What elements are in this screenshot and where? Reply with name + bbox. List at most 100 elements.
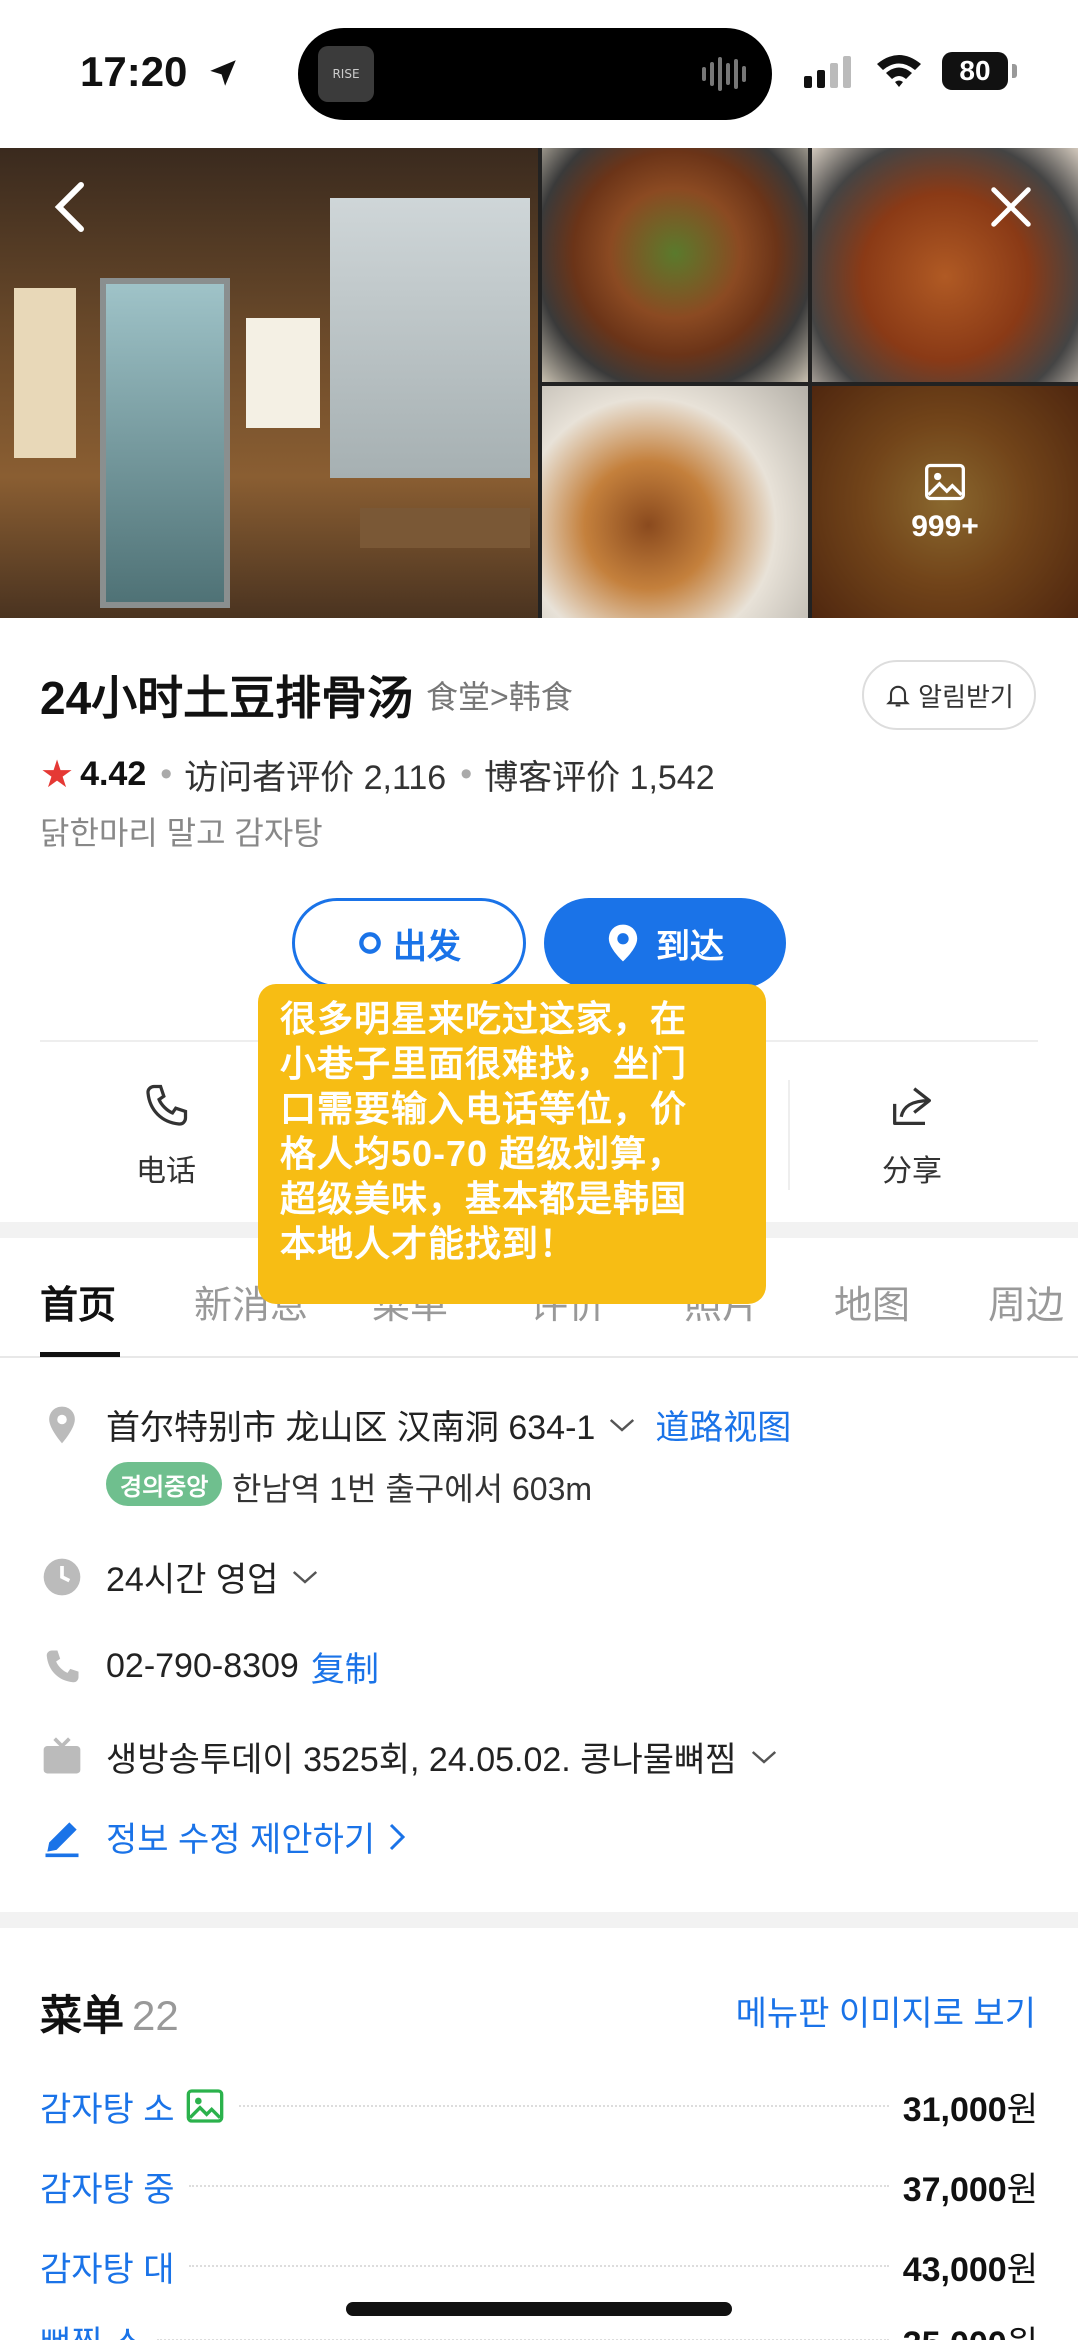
address-row: 首尔特别市 龙山区 汉南洞 634-1 道路视图 [40, 1400, 791, 1449]
tv-icon [43, 1736, 81, 1773]
alert-button[interactable]: 알림받기 [862, 660, 1036, 730]
copy-link[interactable]: 复制 [311, 1642, 379, 1691]
annotation-line: 小巷子里面很难找，坐门 [280, 1043, 688, 1084]
photo-food-3[interactable] [542, 386, 808, 618]
back-button[interactable] [36, 172, 106, 242]
annotation-line: 格人均50-70 超级划算， [280, 1133, 685, 1174]
dynamic-island[interactable]: RISE [298, 28, 772, 120]
tab-active-indicator [40, 1352, 120, 1357]
rating-row: ★ 4.42 • 访问者评价 2,116 • 博客评价 1,542 [40, 750, 729, 799]
share-action[interactable]: 分享 [832, 1080, 992, 1190]
annotation-line: 超级美味，基本都是韩国 [280, 1178, 688, 1219]
separator-dot: • [460, 755, 473, 793]
menu-item-label: 감자탕 소 [40, 2090, 175, 2129]
price-unit: 원 [1007, 2325, 1038, 2340]
storefront-window [330, 198, 530, 478]
menu-item[interactable]: 감자탕 대 43,000원 [40, 2236, 1038, 2296]
annotation-line: 很多明星来吃过这家，在 [280, 998, 688, 1039]
storefront-door [100, 278, 230, 608]
menu-image-view-link[interactable]: 메뉴판 이미지로 보기 [736, 1986, 1036, 2035]
storefront-sign [14, 288, 76, 458]
price-value: 43,000 [902, 2250, 1007, 2289]
battery-cap [1012, 64, 1017, 78]
annotation-note: 很多明星来吃过这家，在 小巷子里面很难找，坐门 口需要输入电话等位，价 格人均5… [258, 984, 766, 1304]
wifi-icon [877, 55, 921, 87]
price-value: 35,000 [903, 2325, 1007, 2340]
depart-label: 出发 [393, 927, 461, 966]
menu-count: 22 [132, 1992, 179, 2039]
depart-button[interactable]: 出发 [292, 898, 526, 988]
close-button[interactable] [976, 172, 1046, 242]
menu-leader-dots [238, 2105, 889, 2107]
menu-header: 菜单 22 [40, 1982, 179, 2043]
photo-more[interactable]: 999+ [812, 386, 1078, 618]
chevron-down-icon[interactable] [607, 1415, 637, 1435]
chevron-down-icon [751, 1750, 776, 1764]
suggest-edit-row[interactable]: 정보 수정 제안하기 [40, 1812, 407, 1861]
menu-item-name: 감자탕 대 [40, 2250, 175, 2289]
menu-item-name: 감자탕 중 [40, 2170, 175, 2209]
price-unit: 원 [1006, 2090, 1038, 2129]
call-label: 电话 [136, 1155, 196, 1188]
close-icon [991, 187, 1031, 227]
menu-leader-dots [188, 2265, 889, 2267]
phone-icon [146, 1084, 188, 1126]
menu-leader-dots [188, 2185, 889, 2187]
hours-row[interactable]: 24시간 영업 [40, 1552, 320, 1601]
more-photos-count: 999+ [911, 510, 979, 543]
home-indicator[interactable] [346, 2302, 732, 2316]
photo-gallery[interactable]: 999+ [0, 148, 1078, 618]
storefront-bench [360, 508, 530, 548]
visitor-reviews-link[interactable]: 访问者评价 2,116 [184, 750, 446, 799]
price-unit: 원 [1006, 2250, 1038, 2289]
annotation-line: 本地人才能找到！ [280, 1223, 577, 1264]
more-photos-overlay: 999+ [812, 386, 1078, 618]
call-action[interactable]: 电话 [86, 1080, 246, 1190]
action-separator [788, 1080, 790, 1190]
tv-row[interactable]: 생방송투데이 3525회, 24.05.02. 콩나물뼈찜 [40, 1732, 779, 1781]
location-arrow-icon [210, 60, 236, 86]
menu-item-name: 감자탕 소 [40, 2082, 225, 2131]
share-label: 分享 [882, 1155, 942, 1188]
place-description: 닭한마리 말고 감자탕 [40, 815, 323, 851]
subway-info: 한남역 1번 출구에서 603m [232, 1471, 593, 1507]
origin-dot-icon [359, 932, 381, 954]
address-text: 首尔特别市 龙山区 汉南洞 634-1 [106, 1409, 596, 1447]
subway-line-badge: 경의중앙 [106, 1462, 223, 1506]
island-thumbnail: RISE [318, 46, 374, 102]
chevron-down-icon [293, 1570, 318, 1584]
rating-value: 4.42 [80, 755, 147, 793]
phone-row: 02-790-8309 复制 [40, 1642, 379, 1691]
menu-item-name: 뼈찜 소 [40, 2316, 143, 2340]
chevron-left-icon [54, 182, 84, 232]
tab-nearby[interactable]: 周边 [988, 1274, 1064, 1329]
audio-wave-icon [702, 56, 746, 92]
arrive-label: 到达 [656, 927, 724, 966]
blog-reviews-link[interactable]: 博客评价 1,542 [484, 750, 715, 799]
price-value: 31,000 [902, 2090, 1007, 2129]
place-title: 24小时土豆排骨汤 [40, 672, 414, 724]
suggest-edit-link: 정보 수정 제안하기 [106, 1821, 376, 1859]
alert-label: 알림받기 [918, 681, 1014, 712]
menu-title: 菜单 [40, 1992, 125, 2039]
tab-home[interactable]: 首页 [40, 1274, 116, 1329]
menu-item[interactable]: 감자탕 소 31,000원 [40, 2076, 1038, 2136]
clock-icon [43, 1558, 81, 1595]
star-icon: ★ [40, 754, 75, 796]
road-view-link[interactable]: 道路视图 [655, 1400, 791, 1449]
menu-item[interactable]: 감자탕 중 37,000원 [40, 2156, 1038, 2216]
share-icon [893, 1087, 931, 1125]
menu-item-price: 35,000원 [903, 2316, 1038, 2340]
tab-map[interactable]: 地图 [834, 1274, 910, 1329]
photo-food-1[interactable] [542, 148, 808, 382]
menu-item-price: 37,000원 [903, 2162, 1038, 2211]
price-value: 37,000 [902, 2170, 1007, 2209]
phone-icon [46, 1650, 79, 1682]
location-pin-icon [49, 1406, 75, 1443]
image-icon [925, 463, 965, 501]
phone-text[interactable]: 02-790-8309 [106, 1647, 299, 1686]
place-category: 食堂>韩食 [426, 679, 573, 715]
status-time: 17:20 [80, 48, 188, 95]
chevron-right-icon [390, 1823, 406, 1850]
arrive-button[interactable]: 到达 [544, 898, 786, 988]
